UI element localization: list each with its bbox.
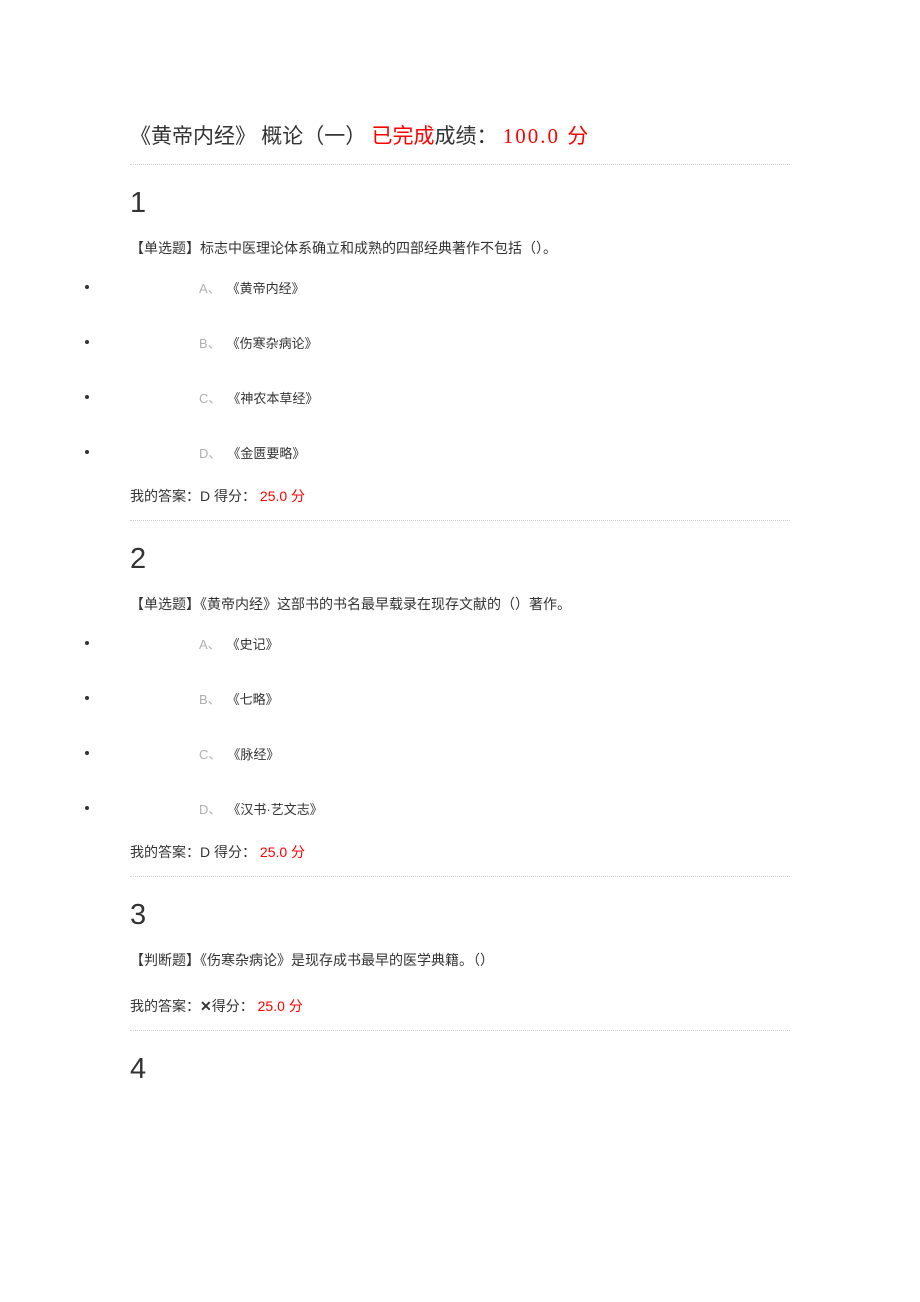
question-stem-text: 《伤寒杂病论》是现存成书最早的医学典籍。（） (200, 952, 494, 968)
option-item: B、 《七略》 (130, 689, 790, 708)
option-item: C、 《脉经》 (130, 744, 790, 763)
option-item: B、 《伤寒杂病论》 (130, 333, 790, 352)
answer-row: 我的答案：D 得分： 25.0 分 (130, 480, 790, 520)
answer-value: D (200, 844, 210, 860)
bullet-icon (85, 450, 89, 454)
option-letter: B、 (199, 689, 221, 708)
question-number: 2 (130, 521, 790, 584)
question-stem: 【判断题】《伤寒杂病论》是现存成书最早的医学典籍。（） (130, 940, 790, 990)
question-number: 3 (130, 877, 790, 940)
question-block: 1 【单选题】标志中医理论体系确立和成熟的四部经典著作不包括（）。 A、 《黄帝… (130, 165, 790, 521)
option-text: 《金匮要略》 (227, 443, 305, 462)
question-stem-text: 《黄帝内经》这部书的书名最早载录在现存文献的（）著作。 (200, 596, 571, 612)
answer-value: ✕ (200, 998, 212, 1014)
question-number: 1 (130, 165, 790, 228)
question-type-label: 【单选题】 (130, 240, 200, 256)
quiz-header: 《黄帝内经》 概论（一） 已完成成绩： 100.0 分 (130, 120, 790, 165)
bullet-icon (85, 751, 89, 755)
option-text: 《史记》 (227, 634, 279, 653)
option-letter: A、 (199, 634, 221, 653)
bullet-icon (85, 395, 89, 399)
option-letter: C、 (199, 388, 221, 407)
question-stem: 【单选题】标志中医理论体系确立和成熟的四部经典著作不包括（）。 (130, 228, 790, 278)
question-stem-text: 标志中医理论体系确立和成熟的四部经典著作不包括（）。 (200, 240, 557, 256)
answer-score-label: 得分： (212, 998, 254, 1014)
answer-score-value: 25.0 (260, 844, 287, 860)
option-text: 《黄帝内经》 (227, 278, 305, 297)
options-list: A、 《黄帝内经》 B、 《伤寒杂病论》 C、 《神农本草经》 D、 《金匮要略… (130, 278, 790, 462)
option-item: A、 《史记》 (130, 634, 790, 653)
question-block: 3 【判断题】《伤寒杂病论》是现存成书最早的医学典籍。（） 我的答案：✕得分： … (130, 877, 790, 1031)
answer-label: 我的答案： (130, 844, 200, 860)
quiz-status: 已完成 (372, 124, 435, 148)
bullet-icon (85, 641, 89, 645)
question-stem: 【单选题】《黄帝内经》这部书的书名最早载录在现存文献的（）著作。 (130, 584, 790, 634)
option-item: D、 《汉书·艺文志》 (130, 799, 790, 818)
answer-label: 我的答案： (130, 998, 200, 1014)
bullet-icon (85, 340, 89, 344)
question-block: 2 【单选题】《黄帝内经》这部书的书名最早载录在现存文献的（）著作。 A、 《史… (130, 521, 790, 877)
option-item: C、 《神农本草经》 (130, 388, 790, 407)
option-letter: A、 (199, 278, 221, 297)
option-item: A、 《黄帝内经》 (130, 278, 790, 297)
option-letter: B、 (199, 333, 221, 352)
bullet-icon (85, 806, 89, 810)
question-type-label: 【判断题】 (130, 952, 200, 968)
answer-score-value: 25.0 (258, 998, 285, 1014)
option-letter: C、 (199, 744, 221, 763)
answer-score-unit: 分 (289, 998, 303, 1014)
option-item: D、 《金匮要略》 (130, 443, 790, 462)
option-text: 《脉经》 (227, 744, 279, 763)
options-list: A、 《史记》 B、 《七略》 C、 《脉经》 D、 《汉书·艺文志》 (130, 634, 790, 818)
option-text: 《七略》 (227, 689, 279, 708)
answer-score-label: 得分： (214, 844, 256, 860)
answer-label: 我的答案： (130, 488, 200, 504)
bullet-icon (85, 696, 89, 700)
question-number: 4 (130, 1031, 790, 1094)
option-text: 《伤寒杂病论》 (227, 333, 318, 352)
score-value: 100.0 分 (503, 124, 591, 148)
answer-score-unit: 分 (291, 844, 305, 860)
answer-row: 我的答案：D 得分： 25.0 分 (130, 836, 790, 876)
answer-value: D (200, 488, 210, 504)
option-letter: D、 (199, 443, 221, 462)
question-type-label: 【单选题】 (130, 596, 200, 612)
answer-score-value: 25.0 (260, 488, 287, 504)
answer-score-label: 得分： (214, 488, 256, 504)
answer-row: 我的答案：✕得分： 25.0 分 (130, 990, 790, 1030)
answer-score-unit: 分 (291, 488, 305, 504)
option-letter: D、 (199, 799, 221, 818)
bullet-icon (85, 285, 89, 289)
option-text: 《神农本草经》 (227, 388, 318, 407)
option-text: 《汉书·艺文志》 (227, 799, 322, 818)
score-label: 成绩： (435, 124, 498, 148)
quiz-title: 《黄帝内经》 概论（一） (130, 124, 366, 148)
